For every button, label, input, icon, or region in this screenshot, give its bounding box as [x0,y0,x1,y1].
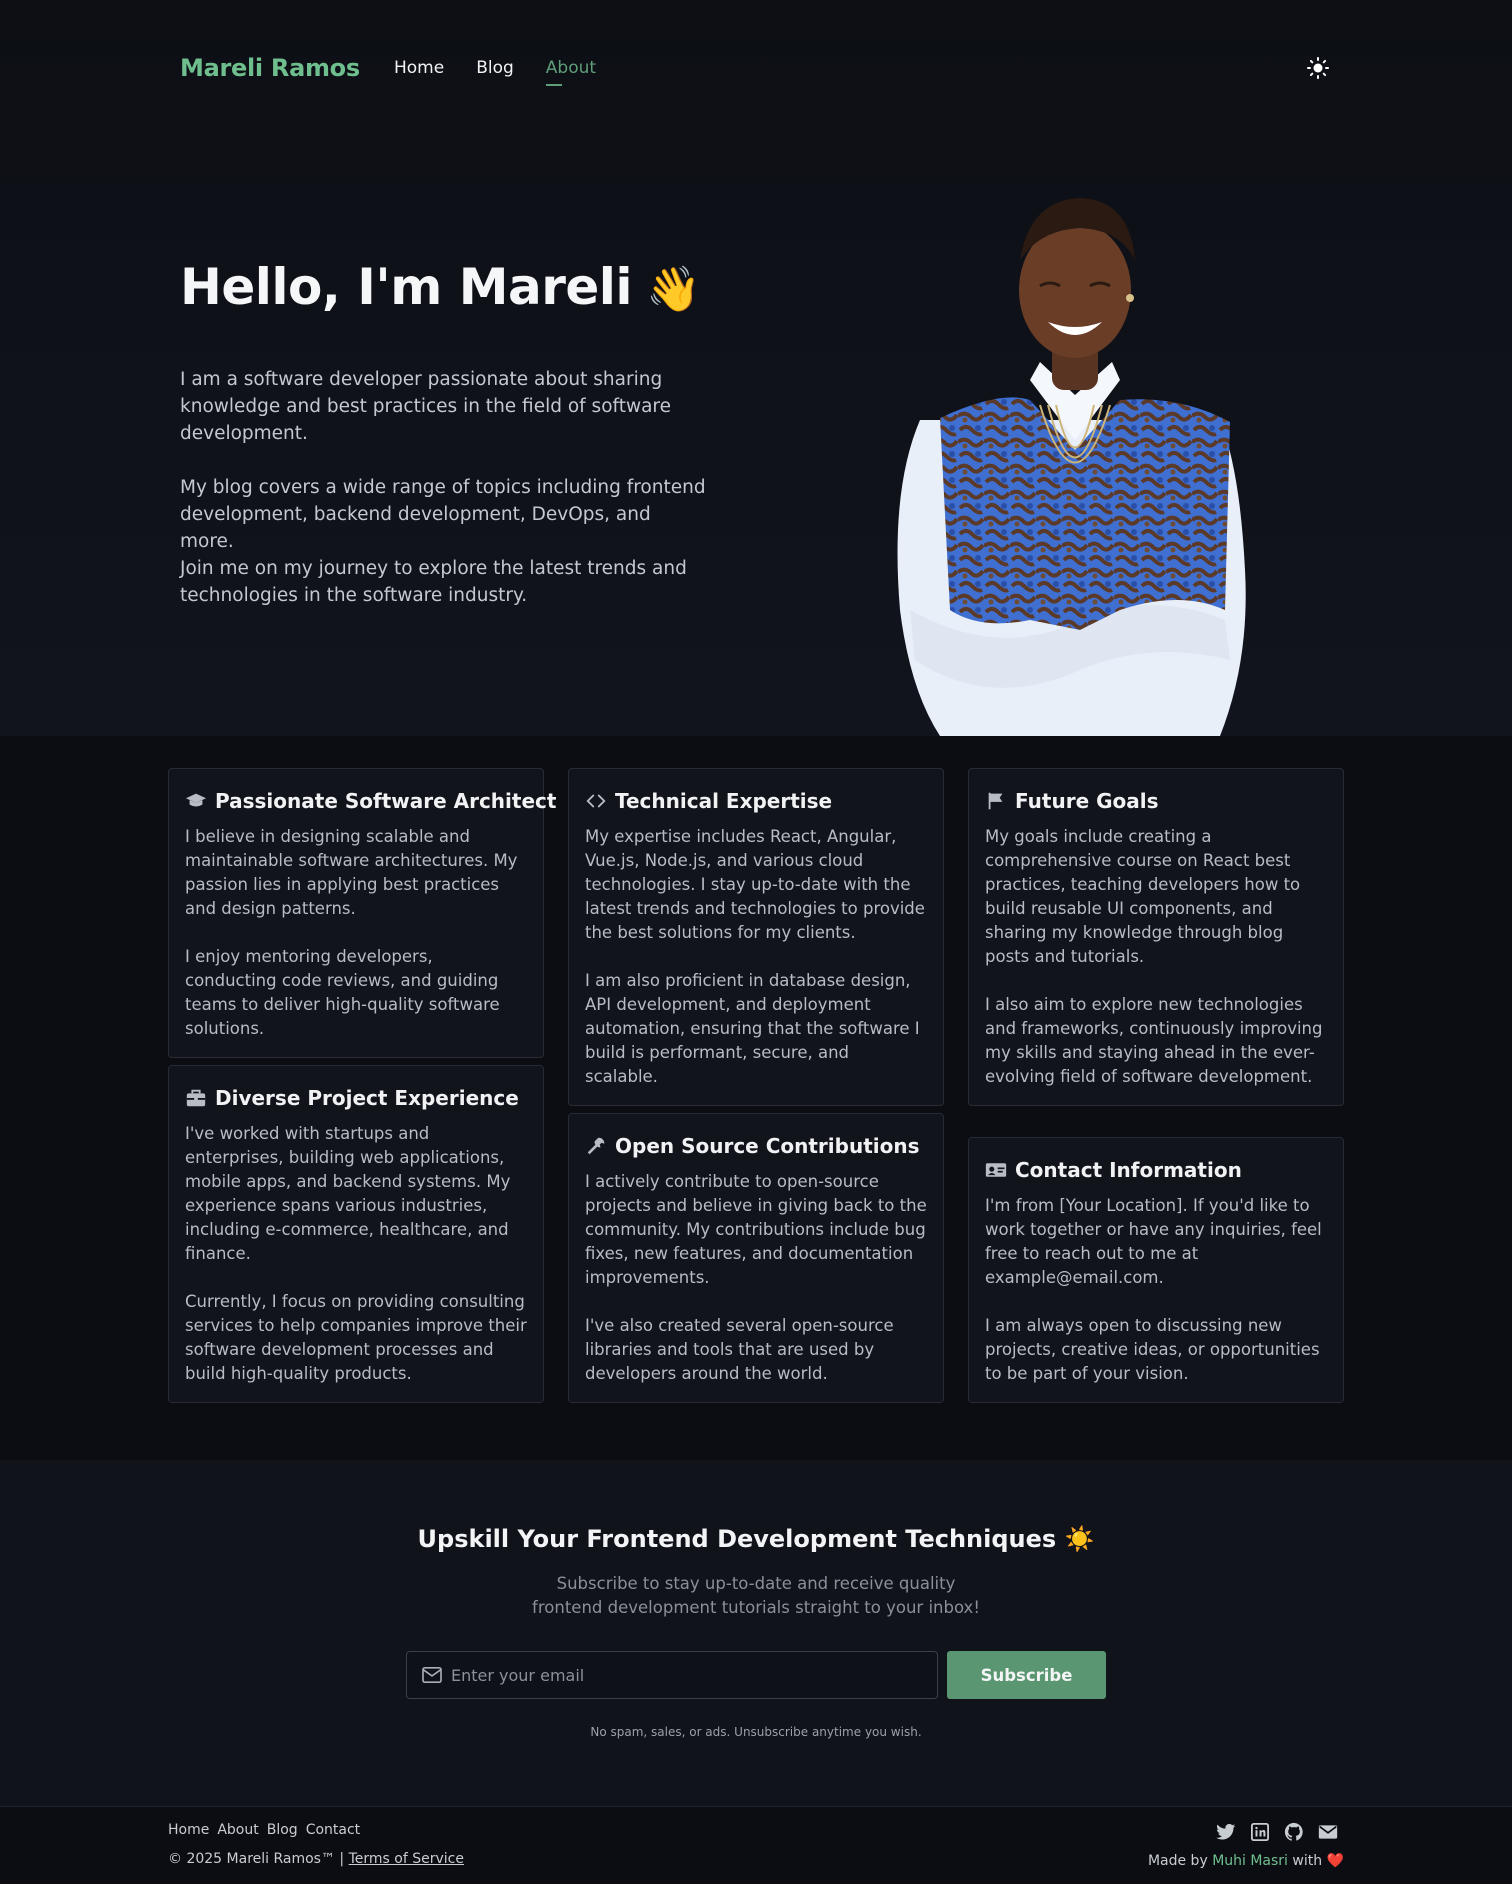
card-paragraph: My expertise includes React, Angular, Vu… [585,827,925,942]
card-title: Technical Expertise [615,789,833,813]
footer-link-about[interactable]: About [217,1822,258,1838]
card-paragraph: I've worked with startups and enterprise… [185,1124,511,1263]
card-title: Passionate Software Architect [215,789,557,813]
flag-icon [985,790,1007,812]
card-paragraph: I enjoy mentoring developers, conducting… [185,947,500,1038]
wrench-icon [585,1135,607,1157]
code-icon [585,790,607,812]
card-paragraph: My goals include creating a comprehensiv… [985,827,1301,966]
card-paragraph: Currently, I focus on providing consulti… [185,1292,527,1383]
copyright: © 2025 Mareli Ramos™ | Terms of Service [168,1851,464,1867]
made-by: Made by Muhi Masri with ❤️ [1148,1853,1344,1869]
card-paragraph: I actively contribute to open-source pro… [585,1172,927,1287]
heart-icon: ❤️ [1326,1853,1344,1869]
card-paragraph: I also aim to explore new technologies a… [985,995,1323,1086]
card-paragraph: I believe in designing scalable and main… [185,827,518,918]
newsletter-subtitle-line-1: Subscribe to stay up-to-date and receive… [556,1574,956,1593]
newsletter-note: No spam, sales, or ads. Unsubscribe anyt… [590,1725,922,1739]
terms-of-service-link[interactable]: Terms of Service [349,1851,464,1867]
card-contact-information: Contact Information I'm from [Your Locat… [968,1137,1344,1403]
nav-links: Home Blog About [394,58,596,86]
subscribe-button[interactable]: Subscribe [947,1651,1106,1699]
card-technical-expertise: Technical Expertise My expertise include… [568,768,944,1106]
hero-paragraph-2: My blog covers a wide range of topics in… [180,477,706,552]
linkedin-icon[interactable] [1250,1822,1270,1842]
briefcase-icon [185,1087,207,1109]
card-paragraph: I've also created several open-source li… [585,1316,894,1383]
card-future-goals: Future Goals My goals include creating a… [968,768,1344,1106]
brand-logo[interactable]: Mareli Ramos [180,54,360,82]
theme-toggle-button[interactable] [1304,54,1332,82]
email-input[interactable] [451,1652,931,1698]
footer-link-contact[interactable]: Contact [306,1822,360,1838]
newsletter-subtitle: Subscribe to stay up-to-date and receive… [0,1572,1512,1620]
card-software-architect: Passionate Software Architect I believe … [168,768,556,1058]
footer-link-blog[interactable]: Blog [267,1822,298,1838]
card-title: Open Source Contributions [615,1134,920,1158]
footer-link-home[interactable]: Home [168,1822,209,1838]
card-title: Contact Information [1015,1158,1242,1182]
card-title: Future Goals [1015,789,1159,813]
mail-icon[interactable] [1318,1822,1338,1842]
footer-links: Home About Blog Contact [168,1822,360,1838]
graduation-cap-icon [185,790,207,812]
hero-paragraph-3: Join me on my journey to explore the lat… [180,558,687,606]
author-link[interactable]: Muhi Masri [1212,1853,1288,1869]
mail-icon [422,1666,442,1684]
email-field-wrapper [406,1651,938,1699]
social-links [1216,1822,1338,1842]
card-project-experience: Diverse Project Experience I've worked w… [168,1065,544,1403]
made-by-suffix: with [1292,1853,1323,1869]
card-paragraph: I am always open to discussing new proje… [985,1316,1320,1383]
card-paragraph: I am also proficient in database design,… [585,971,920,1086]
sun-icon [1307,57,1329,79]
nav-link-blog[interactable]: Blog [476,58,514,78]
sun-emoji-icon: ☀️ [1064,1525,1095,1553]
newsletter-title: Upskill Your Frontend Development Techni… [0,1525,1512,1553]
newsletter-section [0,1460,1512,1806]
card-title: Diverse Project Experience [215,1086,519,1110]
nav-link-home[interactable]: Home [394,58,444,78]
hero-paragraph-1: I am a software developer passionate abo… [180,369,672,444]
copyright-text: © 2025 Mareli Ramos™ | [168,1851,345,1867]
footer-divider [0,1806,1512,1807]
made-by-prefix: Made by [1147,1853,1208,1869]
github-icon[interactable] [1284,1822,1304,1842]
id-card-icon [985,1159,1007,1181]
profile-portrait [897,198,1246,736]
waving-hand-icon: 👋 [646,264,701,315]
top-nav: Mareli Ramos Home Blog About [180,48,1332,88]
newsletter-subtitle-line-2: frontend development tutorials straight … [532,1598,980,1617]
twitter-icon[interactable] [1216,1822,1236,1842]
hero-title-text: Hello, I'm Mareli [180,258,633,316]
hero-title: Hello, I'm Mareli 👋 [180,258,701,316]
card-paragraph: I'm from [Your Location]. If you'd like … [985,1196,1322,1287]
card-open-source: Open Source Contributions I actively con… [568,1113,944,1403]
newsletter-title-text: Upskill Your Frontend Development Techni… [417,1525,1057,1553]
nav-link-about[interactable]: About [545,58,596,86]
